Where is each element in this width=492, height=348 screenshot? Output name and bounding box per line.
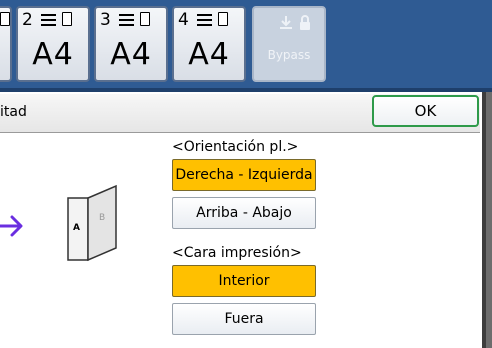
- tray-3-button[interactable]: 3 A4: [94, 6, 168, 82]
- print-side-interior-button[interactable]: Interior: [172, 265, 316, 297]
- orientation-right-left-button[interactable]: Derecha - Izquierda: [172, 159, 316, 191]
- bypass-tray-button[interactable]: Bypass: [252, 6, 326, 82]
- page-title: itad: [0, 104, 27, 120]
- paper-size: A4: [32, 37, 74, 72]
- paper-icon: [218, 12, 228, 26]
- paper-stack-icon: [41, 14, 56, 26]
- paper-tray-bar: 2 A4 3 A4 4 A4 Bypass: [0, 0, 492, 92]
- orientation-top-bottom-button[interactable]: Arriba - Abajo: [172, 197, 316, 229]
- arrow-right-icon: [0, 215, 23, 237]
- right-frame-edge-inner: [486, 92, 492, 348]
- orientation-label: <Orientación pl.>: [172, 139, 299, 155]
- settings-panel: A B <Orientación pl.> Derecha - Izquierd…: [0, 133, 482, 348]
- tray-bar-divider: [0, 88, 492, 92]
- paper-stack-icon: [119, 14, 134, 26]
- ok-button[interactable]: OK: [372, 95, 479, 127]
- paper-icon: [0, 12, 10, 26]
- booklet-preview-icon: A B: [67, 184, 117, 262]
- title-bar: itad OK: [0, 94, 480, 133]
- paper-icon: [140, 12, 150, 26]
- tray-2-button[interactable]: 2 A4: [16, 6, 90, 82]
- tray-number: 4: [178, 10, 189, 30]
- bypass-load-icon: [280, 15, 310, 30]
- print-side-outside-button[interactable]: Fuera: [172, 303, 316, 335]
- screen: 2 A4 3 A4 4 A4 Bypass itad OK A B <Orien…: [0, 0, 492, 348]
- tray-4-button[interactable]: 4 A4: [172, 6, 246, 82]
- booklet-page-b-label: B: [99, 213, 105, 223]
- paper-size: A4: [188, 37, 230, 72]
- paper-size: A4: [110, 37, 152, 72]
- tray-number: 3: [100, 10, 111, 30]
- booklet-page-a-label: A: [73, 223, 80, 233]
- bypass-label: Bypass: [267, 48, 311, 62]
- print-side-label: <Cara impresión>: [172, 245, 302, 261]
- paper-icon: [62, 12, 72, 26]
- paper-stack-icon: [197, 14, 212, 26]
- tray-1-button[interactable]: [0, 6, 12, 82]
- tray-number: 2: [22, 10, 33, 30]
